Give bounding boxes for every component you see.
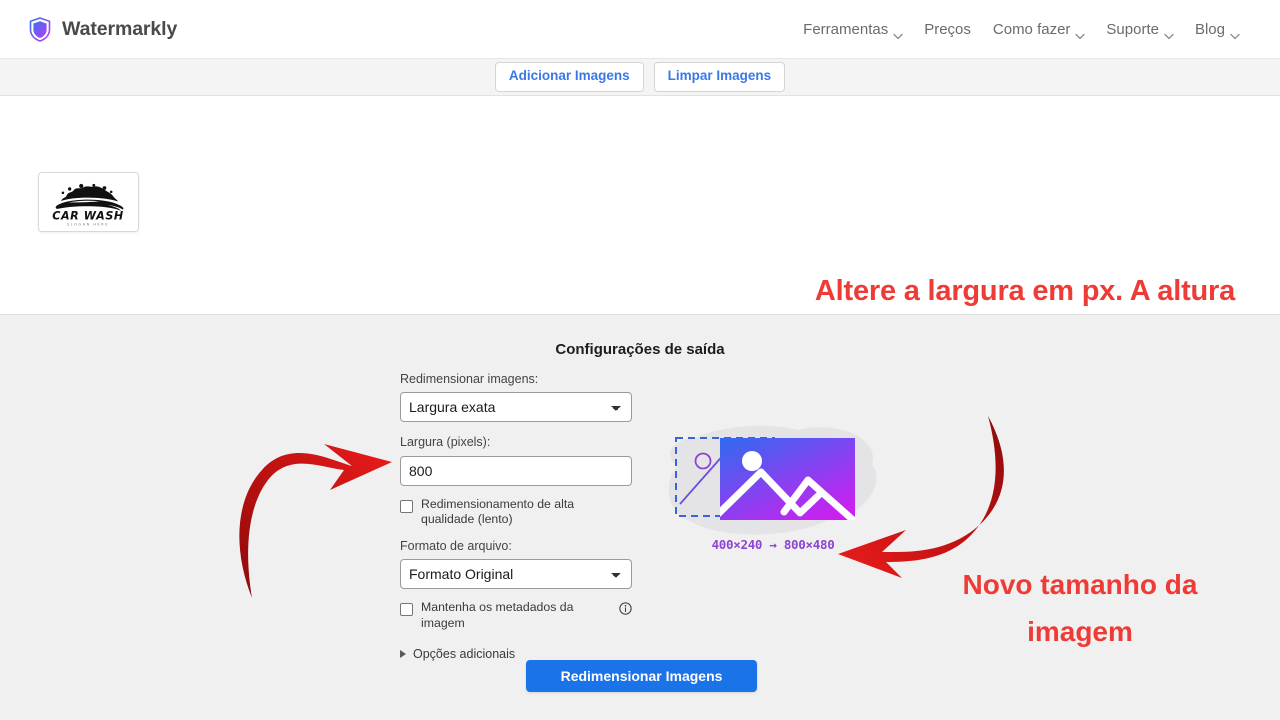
resize-images-button[interactable]: Redimensionar Imagens (526, 660, 757, 692)
brand-logo-link[interactable]: Watermarkly (29, 16, 178, 42)
annotation-bottom-text: Novo tamanho da imagem (962, 569, 1198, 648)
metadata-checkbox[interactable] (400, 603, 413, 617)
resize-illustration-graphic (668, 425, 877, 535)
chevron-down-icon (1164, 27, 1174, 40)
svg-text:CAR WASH: CAR WASH (52, 209, 124, 222)
illustration-caption: 400×240 → 800×480 (711, 537, 835, 552)
resize-label: Redimensionar imagens: (400, 372, 539, 386)
width-input[interactable] (400, 455, 632, 486)
brand-name: Watermarkly (62, 17, 178, 40)
nav-item-precos[interactable]: Preços (913, 15, 982, 44)
hq-resize-label: Redimensionamento de alta qualidade (len… (421, 496, 575, 527)
nav-label: Suporte (1106, 20, 1159, 38)
resize-illustration: 400×240 → 800×480 (648, 416, 898, 576)
nav-label: Preços (924, 20, 971, 38)
triangle-right-icon (400, 649, 406, 658)
nav-label: Ferramentas (803, 20, 889, 38)
settings-form: Redimensionar imagens: Largura exata Lar… (400, 371, 632, 661)
nav-item-ferramentas[interactable]: Ferramentas (792, 15, 913, 44)
metadata-row[interactable]: Mantenha os metadados da imagem (400, 600, 632, 631)
image-preview-strip: CAR WASH SLOGAN HERE Altere a largura em… (0, 96, 1280, 399)
clear-images-button[interactable]: Limpar Imagens (653, 62, 786, 92)
resize-mode-select[interactable]: Largura exata (400, 392, 632, 423)
chevron-down-icon (893, 27, 903, 40)
image-toolbar: Adicionar Imagens Limpar Imagens (0, 59, 1280, 96)
site-header: Watermarkly Ferramentas Preços Como faze… (0, 0, 1280, 59)
output-settings-panel: Configurações de saída Redimensionar ima… (0, 316, 1280, 720)
nav-item-blog[interactable]: Blog (1184, 15, 1250, 44)
add-images-button[interactable]: Adicionar Imagens (494, 62, 644, 92)
svg-text:SLOGAN HERE: SLOGAN HERE (67, 223, 109, 227)
additional-options-toggle[interactable]: Opções adicionais (400, 647, 632, 661)
info-icon[interactable] (619, 602, 632, 615)
car-wash-logo-icon: CAR WASH SLOGAN HERE (39, 173, 138, 231)
main-navigation: Ferramentas Preços Como fazer Suporte Bl… (792, 15, 1250, 44)
nav-item-suporte[interactable]: Suporte (1095, 15, 1184, 44)
shield-icon (29, 16, 51, 42)
hq-resize-checkbox[interactable] (400, 499, 413, 513)
hq-resize-row[interactable]: Redimensionamento de alta qualidade (len… (400, 497, 632, 528)
file-format-select[interactable]: Formato Original (400, 559, 632, 590)
metadata-label: Mantenha os metadados da imagem (421, 600, 574, 630)
chevron-down-icon (1230, 27, 1240, 40)
format-label: Formato de arquivo: (400, 538, 512, 553)
nav-label: Como fazer (992, 20, 1071, 38)
chevron-down-icon (1075, 27, 1086, 40)
nav-label: Blog (1194, 20, 1225, 38)
width-label: Largura (pixels): (400, 435, 491, 450)
nav-item-como-fazer[interactable]: Como fazer (982, 15, 1096, 44)
image-thumbnail[interactable]: CAR WASH SLOGAN HERE (38, 172, 139, 232)
additional-options-label: Opções adicionais (413, 646, 516, 661)
settings-title: Configurações de saída (555, 341, 725, 358)
